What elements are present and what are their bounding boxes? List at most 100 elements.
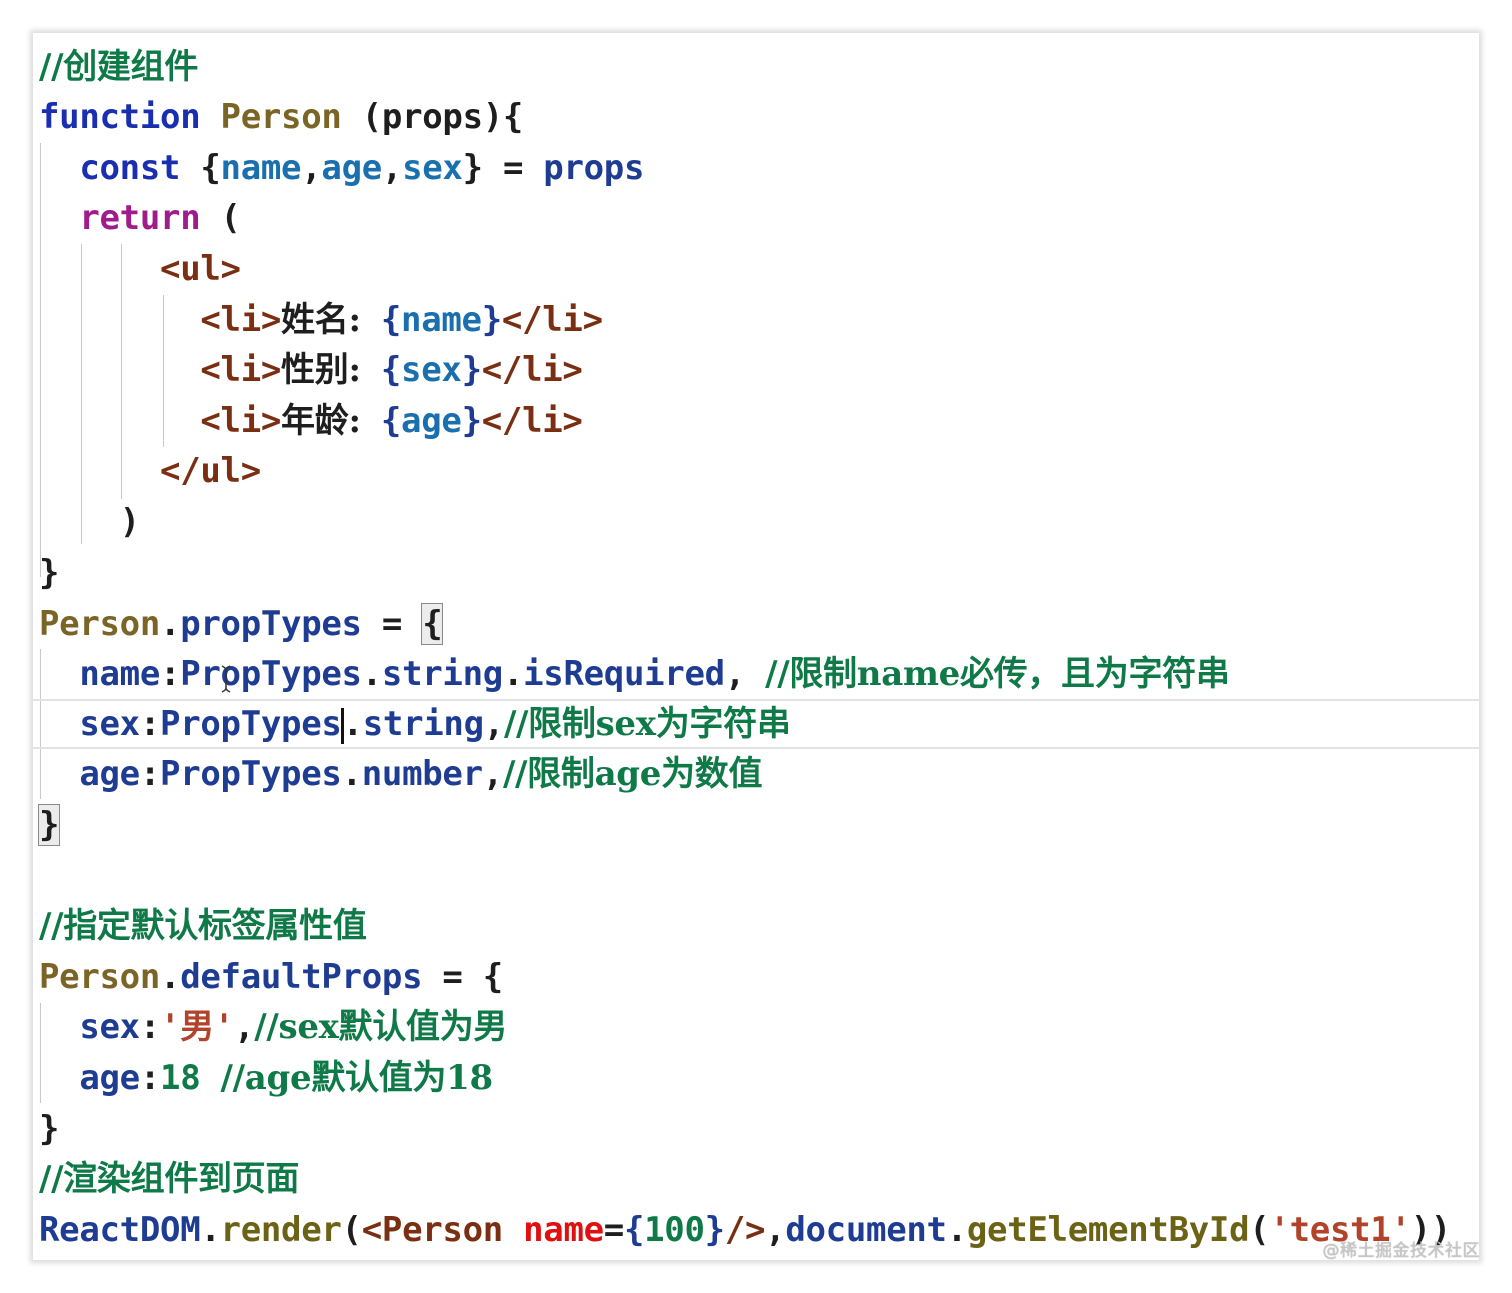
code-token-prop: PropTypes	[180, 654, 362, 694]
code-line[interactable]: Person.propTypes = {	[33, 599, 1479, 649]
code-token-cn: 年龄:	[281, 401, 361, 441]
code-token-prop: defaultProps	[180, 957, 423, 997]
code-token-plain: {	[421, 603, 444, 645]
code-line[interactable]: <li>姓名: {name}</li>	[33, 295, 1479, 345]
code-token-tag: </ul>	[160, 451, 261, 491]
code-line[interactable]: </ul>	[33, 446, 1479, 496]
code-token-tag: </li>	[481, 401, 583, 441]
code-line[interactable]: sex:'男',//sex默认值为男	[33, 1002, 1479, 1052]
code-line[interactable]: ReactDOM.render(<Person name={100}/>,doc…	[33, 1205, 1479, 1255]
watermark-text: @稀土掘金技术社区	[1322, 1241, 1480, 1261]
code-token-plain: ,	[482, 754, 503, 794]
code-token-tag: </li>	[501, 300, 603, 340]
code-token-func: Person	[39, 604, 161, 644]
code-token-var: sex	[402, 148, 463, 188]
code-token-method: render	[220, 1210, 342, 1250]
code-line[interactable]: <ul>	[33, 244, 1479, 294]
code-token-plain: }	[39, 553, 60, 593]
code-line[interactable]: <li>年龄: {age}</li>	[33, 396, 1479, 446]
code-token-prop: number	[361, 754, 483, 794]
code-token-comment: //限制sex为字符串	[503, 704, 791, 744]
code-token-plain: (	[200, 198, 241, 238]
code-line[interactable]: //创建组件	[33, 42, 1479, 92]
code-line[interactable]: return (	[33, 193, 1479, 243]
code-token-plain: .	[160, 604, 181, 644]
code-line[interactable]: sex:PropTypes.string,//限制sex为字符串	[33, 699, 1479, 749]
code-token-plain: :	[139, 754, 161, 794]
code-token-comment: //sex默认值为男	[254, 1007, 508, 1047]
code-token-var: age	[401, 401, 462, 441]
code-line[interactable]: }	[33, 548, 1479, 598]
code-token-tag: <li>	[200, 300, 282, 340]
code-token-func: Person	[220, 97, 342, 137]
code-line[interactable]: name:PropTypes.string.isRequired, //限制na…	[33, 649, 1479, 699]
code-token-plain: .	[200, 1210, 221, 1250]
code-token-prop: age	[79, 754, 140, 794]
code-token-var: name	[401, 300, 482, 340]
code-line[interactable]: //渲染组件到页面	[33, 1154, 1479, 1204]
code-token-plain: ,	[483, 704, 504, 744]
code-line[interactable]: age:18 //age默认值为18	[33, 1053, 1479, 1103]
code-token-prop: name	[79, 654, 161, 694]
code-token-prop: PropTypes	[160, 754, 342, 794]
code-token-plain: :	[160, 654, 181, 694]
code-line[interactable]: <li>性别: {sex}</li>	[33, 345, 1479, 395]
code-token-plain: :	[139, 1058, 161, 1098]
code-line[interactable]	[33, 851, 1479, 901]
code-line[interactable]: Person.defaultProps = {	[33, 952, 1479, 1002]
code-line[interactable]: age:PropTypes.number,//限制age为数值	[33, 749, 1479, 799]
code-editor[interactable]: //创建组件 function Person (props){ const {na…	[33, 33, 1479, 1260]
code-token-plain: =	[603, 1210, 624, 1250]
code-line[interactable]: )	[33, 497, 1479, 547]
code-token-plain: (props){	[341, 97, 524, 137]
code-token-plain: :	[139, 704, 161, 744]
code-token-comment: //age默认值为18	[220, 1058, 494, 1098]
code-token-obj: }	[461, 401, 482, 441]
code-token-comment: //限制age为数值	[502, 754, 763, 794]
code-token-var: name	[220, 148, 302, 188]
code-token-prop: PropTypes	[160, 704, 342, 744]
code-token-plain: .	[502, 654, 524, 694]
code-line[interactable]: const {name,age,sex} = props	[33, 143, 1479, 193]
code-token-tag: <li>	[200, 401, 282, 441]
code-token-plain: .	[946, 1210, 967, 1250]
code-token-plain: ,	[234, 1007, 255, 1047]
code-token-prop: age	[79, 1058, 140, 1098]
code-token-num: 100	[644, 1210, 705, 1250]
code-token-plain: (	[341, 1210, 362, 1250]
code-token-obj: props	[543, 148, 645, 188]
code-token-plain: }	[39, 1109, 60, 1149]
code-token-obj: }	[461, 350, 482, 390]
code-token-comment: //渲染组件到页面	[39, 1159, 300, 1199]
ibeam-cursor-icon	[221, 665, 231, 693]
code-line[interactable]: function Person (props){	[33, 92, 1479, 142]
code-token-var: sex	[401, 350, 462, 390]
code-token-tag: <ul>	[160, 249, 241, 289]
code-token-plain: } =	[462, 148, 544, 188]
code-token-obj: document	[785, 1210, 947, 1250]
code-token-comment: //指定默认标签属性值	[39, 906, 367, 946]
code-token-prop: string	[362, 704, 484, 744]
code-token-prop: sex	[79, 1007, 140, 1047]
code-token-var: age	[321, 148, 382, 188]
code-token-obj: {	[623, 1210, 645, 1250]
code-token-prop: propTypes	[180, 604, 362, 644]
code-token-num: 18	[160, 1058, 201, 1098]
code-token-obj: ReactDOM	[39, 1210, 201, 1250]
code-line[interactable]: }	[33, 1104, 1479, 1154]
code-line[interactable]: }	[33, 800, 1479, 850]
code-line[interactable]: //指定默认标签属性值	[33, 901, 1479, 951]
code-token-string: '男'	[160, 1007, 235, 1047]
code-token-return: return	[79, 198, 201, 238]
